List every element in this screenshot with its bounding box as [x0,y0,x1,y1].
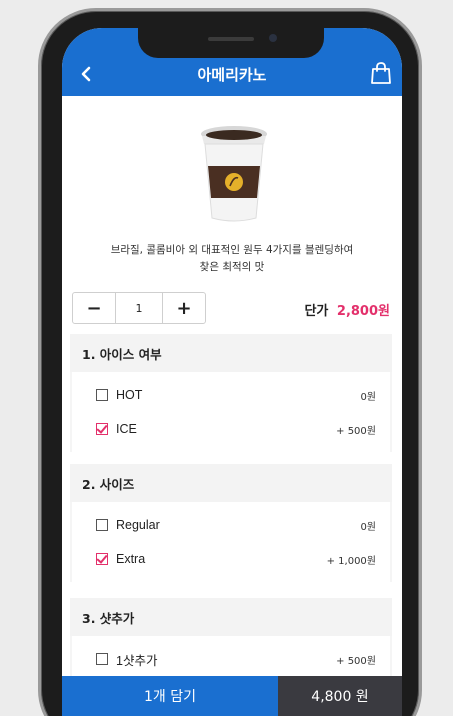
bottom-bar: 1개 담기 4,800 원 [62,676,402,716]
option-price: + 500원 [336,425,376,437]
total-price: 4,800 원 [278,676,402,716]
unit-price-label: 단가 [304,304,329,319]
option-label: ICE [116,422,137,436]
option-list: Regular 0원 Extra + 1,000원 [72,502,390,582]
option-regular[interactable]: Regular 0원 [72,508,390,542]
cart-button[interactable] [370,61,392,85]
decrement-button[interactable]: − [73,293,115,323]
unit-price: 단가 2,800원 [304,300,390,319]
option-label: Regular [116,518,160,532]
option-group-size: 2. 사이즈 Regular 0원 Extra + 1,000원 [70,464,392,582]
option-list: HOT 0원 ICE + 500원 [72,372,390,452]
front-camera [269,34,277,42]
add-to-cart-button[interactable]: 1개 담기 [62,676,278,716]
app-screen: 아메리카노 브라질, 콜롬비아 외 대표적인 원두 4가지를 블렌딩하여 찾은 … [62,28,402,716]
description-line: 브라질, 콜롬비아 외 대표적인 원두 4가지를 블렌딩하여 [110,244,354,256]
option-label: Extra [116,552,146,566]
option-group-title: 3. 샷추가 [70,598,392,636]
unit-price-value: 2,800원 [336,304,390,319]
option-group-title: 1. 아이스 여부 [70,334,392,372]
description-line: 찾은 최적의 맛 [199,261,265,273]
shopping-bag-icon [371,62,391,84]
phone-notch [138,28,324,58]
option-group-ice: 1. 아이스 여부 HOT 0원 ICE + 500원 [70,334,392,452]
option-label: HOT [116,388,143,402]
option-price: 0원 [360,521,376,533]
quantity-stepper: − 1 + [72,292,206,324]
quantity-value[interactable]: 1 [115,293,163,323]
option-price: + 500원 [336,655,376,667]
coffee-cup-icon [198,124,270,224]
option-price: + 1,000원 [326,555,376,567]
option-ice[interactable]: ICE + 500원 [72,412,390,446]
increment-button[interactable]: + [163,293,205,323]
option-group-shot: 3. 샷추가 1샷추가 + 500원 [70,598,392,682]
checkbox-checked[interactable] [96,423,108,435]
option-extra-shot[interactable]: 1샷추가 + 500원 [72,642,390,676]
checkbox-unchecked[interactable] [96,653,108,665]
checkbox-unchecked[interactable] [96,519,108,531]
option-extra[interactable]: Extra + 1,000원 [72,542,390,576]
option-label: 1샷추가 [116,653,158,668]
option-hot[interactable]: HOT 0원 [72,378,390,412]
speaker-grille [208,37,254,41]
option-group-title: 2. 사이즈 [70,464,392,502]
product-description: 브라질, 콜롬비아 외 대표적인 원두 4가지를 블렌딩하여 찾은 최적의 맛 [62,242,402,276]
checkbox-unchecked[interactable] [96,389,108,401]
page-title: 아메리카노 [197,67,267,84]
checkbox-checked[interactable] [96,553,108,565]
option-price: 0원 [360,391,376,403]
